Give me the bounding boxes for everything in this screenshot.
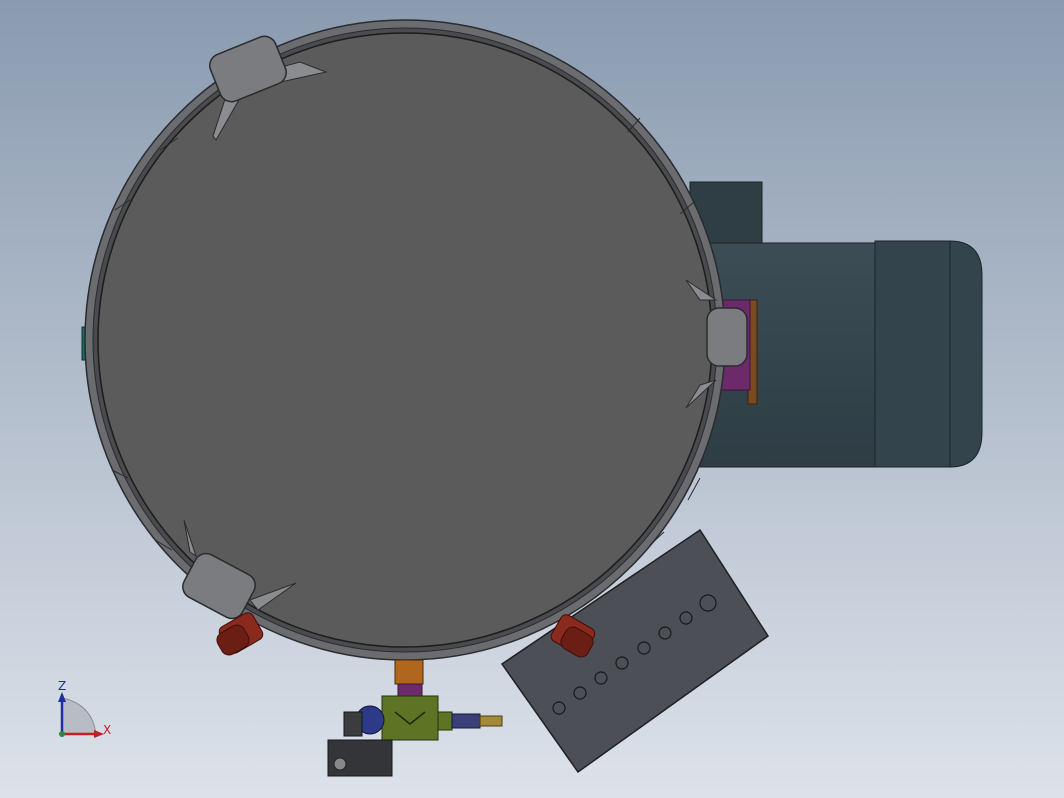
valve-nipple (394, 659, 424, 685)
cad-viewport[interactable]: Z X (0, 0, 1064, 798)
motor-end-cap (874, 240, 983, 468)
vessel-lid (97, 32, 713, 648)
triad-origin (59, 731, 65, 737)
hose-barb (479, 715, 503, 727)
valve-bolt (333, 757, 347, 771)
valve-body (381, 695, 439, 741)
lug-pad (706, 307, 748, 367)
x-axis-label: X (103, 723, 111, 737)
valve-actuator (343, 711, 363, 737)
z-axis-label: Z (58, 679, 66, 693)
vessel[interactable] (84, 19, 726, 661)
valve-outlet (437, 711, 453, 731)
hose-adapter (451, 713, 481, 729)
model-scene[interactable]: Z X (0, 0, 1064, 798)
valve-collar (397, 683, 423, 697)
